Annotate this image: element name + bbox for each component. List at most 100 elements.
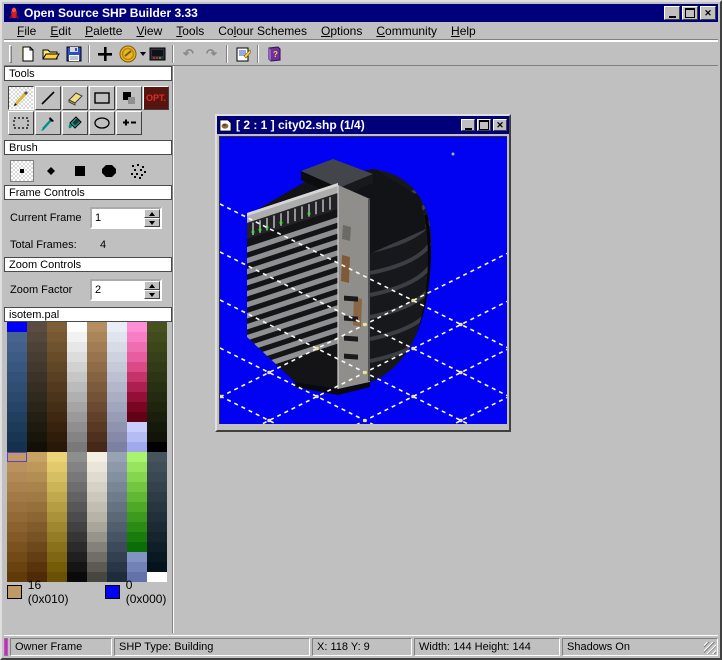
palette-cell[interactable] [27, 532, 47, 542]
palette-cell[interactable] [107, 472, 127, 482]
palette-cell[interactable] [127, 392, 147, 402]
save-file-button[interactable] [62, 42, 85, 65]
palette-cell[interactable] [127, 352, 147, 362]
undo-button[interactable]: ↶ [177, 42, 200, 65]
document-close-button[interactable] [493, 119, 507, 131]
palette-cell[interactable] [87, 482, 107, 492]
palette-cell[interactable] [67, 432, 87, 442]
palette-cell[interactable] [27, 492, 47, 502]
brush-round-button[interactable] [97, 160, 121, 182]
line-tool-button[interactable] [35, 86, 61, 110]
palette-cell[interactable] [47, 342, 67, 352]
palette-cell[interactable] [67, 322, 87, 332]
rectangle-tool-button[interactable] [89, 86, 115, 110]
menu-item-colour-schemes[interactable]: Colour Schemes [211, 23, 314, 39]
palette-cell[interactable] [147, 482, 167, 492]
brush-square-button[interactable] [68, 160, 92, 182]
palette-cell[interactable] [7, 422, 27, 432]
palette-cell[interactable] [127, 402, 147, 412]
palette-cell[interactable] [7, 492, 27, 502]
palette-cell[interactable] [67, 502, 87, 512]
palette-cell[interactable] [67, 382, 87, 392]
menu-item-community[interactable]: Community [369, 23, 444, 39]
palette-cell[interactable] [127, 532, 147, 542]
palette-cell[interactable] [27, 322, 47, 332]
palette-cell[interactable] [27, 452, 47, 462]
open-file-button[interactable] [39, 42, 62, 65]
palette-cell[interactable] [47, 492, 67, 502]
palette-cell[interactable] [107, 402, 127, 412]
palette-cell[interactable] [27, 462, 47, 472]
palette-cell[interactable] [27, 402, 47, 412]
palette-cell[interactable] [147, 392, 167, 402]
palette-cell[interactable] [107, 572, 127, 582]
plus-minus-tool-button[interactable] [116, 111, 142, 135]
menu-item-tools[interactable]: Tools [169, 23, 211, 39]
palette-cell[interactable] [7, 532, 27, 542]
palette-cell[interactable] [47, 522, 67, 532]
palette-cell[interactable] [67, 552, 87, 562]
menu-item-file[interactable]: File [10, 23, 43, 39]
palette-cell[interactable] [67, 462, 87, 472]
palette-cell[interactable] [7, 452, 27, 462]
palette-cell[interactable] [47, 402, 67, 412]
palette-cell[interactable] [7, 542, 27, 552]
palette-cell[interactable] [27, 522, 47, 532]
palette-cell[interactable] [87, 342, 107, 352]
palette-cell[interactable] [147, 322, 167, 332]
palette-cell[interactable] [127, 542, 147, 552]
center-frame-button[interactable] [93, 42, 116, 65]
palette-cell[interactable] [67, 362, 87, 372]
palette-cell[interactable] [27, 422, 47, 432]
menu-item-help[interactable]: Help [444, 23, 483, 39]
palette-cell[interactable] [27, 482, 47, 492]
palette-cell[interactable] [67, 372, 87, 382]
eyedropper-tool-button[interactable] [35, 111, 61, 135]
palette-cell[interactable] [107, 452, 127, 462]
palette-cell[interactable] [67, 442, 87, 452]
palette-cell[interactable] [27, 562, 47, 572]
current-frame-input[interactable]: 1 [92, 209, 144, 227]
palette-cell[interactable] [107, 382, 127, 392]
palette-cell[interactable] [87, 562, 107, 572]
palette-cell[interactable] [107, 352, 127, 362]
palette-cell[interactable] [67, 422, 87, 432]
brush-small-square-button[interactable] [10, 159, 34, 182]
palette-cell[interactable] [7, 342, 27, 352]
palette-cell[interactable] [147, 502, 167, 512]
palette-cell[interactable] [147, 522, 167, 532]
palette-cell[interactable] [127, 442, 147, 452]
palette-cell[interactable] [87, 522, 107, 532]
redo-button[interactable]: ↷ [200, 42, 223, 65]
palette-cell[interactable] [87, 472, 107, 482]
palette-cell[interactable] [107, 462, 127, 472]
palette-cell[interactable] [87, 372, 107, 382]
palette-cell[interactable] [147, 432, 167, 442]
menu-item-options[interactable]: Options [314, 23, 369, 39]
palette-cell[interactable] [127, 552, 147, 562]
palette-cell[interactable] [107, 322, 127, 332]
toolbar-grip[interactable] [9, 44, 12, 63]
close-button[interactable] [700, 6, 716, 20]
palette-cell[interactable] [7, 502, 27, 512]
palette-cell[interactable] [127, 342, 147, 352]
palette-cell[interactable] [27, 442, 47, 452]
palette-cell[interactable] [147, 492, 167, 502]
palette-cell[interactable] [127, 482, 147, 492]
palette-cell[interactable] [67, 532, 87, 542]
zoom-factor-down-button[interactable] [144, 290, 160, 299]
palette-cell[interactable] [7, 552, 27, 562]
palette-cell[interactable] [107, 502, 127, 512]
palette-cell[interactable] [127, 492, 147, 502]
sprite-canvas[interactable] [219, 136, 508, 542]
palette-cell[interactable] [7, 562, 27, 572]
palette-cell[interactable] [7, 512, 27, 522]
palette-cell[interactable] [7, 382, 27, 392]
palette-cell[interactable] [107, 562, 127, 572]
palette-cell[interactable] [7, 472, 27, 482]
palette-cell[interactable] [87, 452, 107, 462]
document-title-bar[interactable]: [ 2 : 1 ] city02.shp (1/4) [217, 116, 509, 134]
palette-cell[interactable] [27, 362, 47, 372]
palette-cell[interactable] [27, 552, 47, 562]
palette-cell[interactable] [107, 432, 127, 442]
